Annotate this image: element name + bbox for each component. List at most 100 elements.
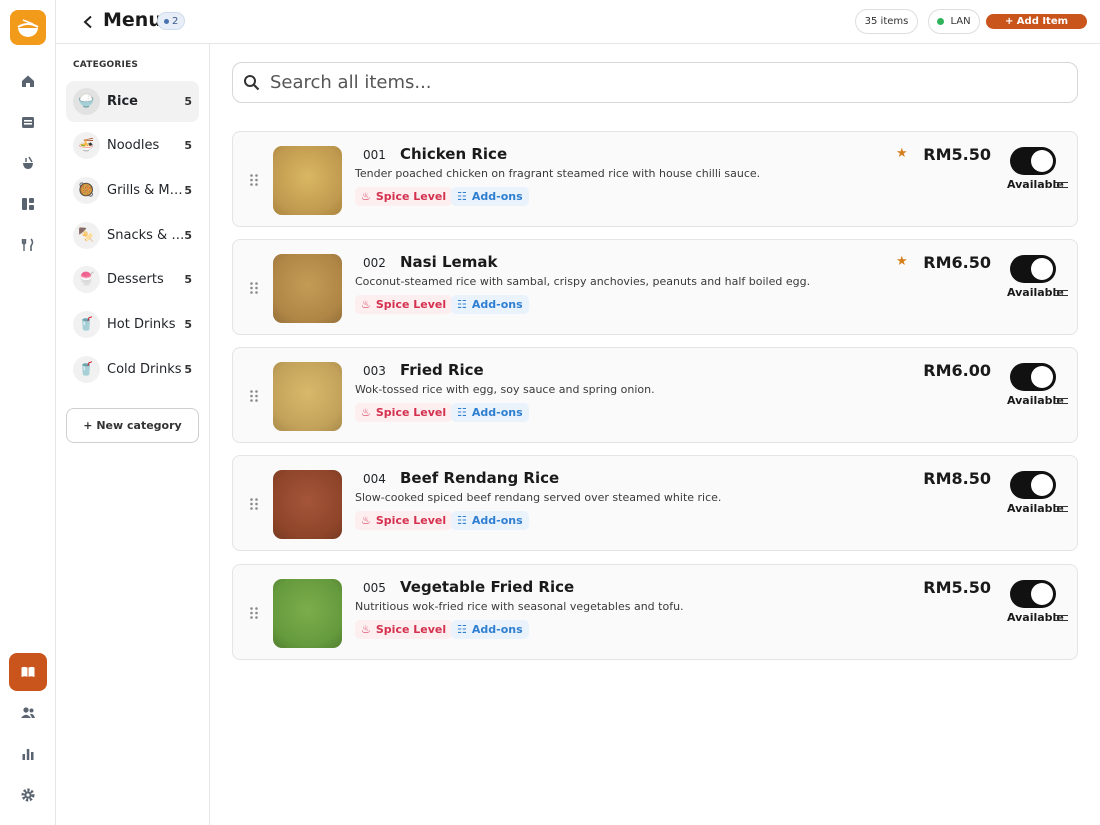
tag-label: Spice Level xyxy=(375,190,447,203)
reorder-icon[interactable] xyxy=(1055,290,1068,296)
spice-level-tag[interactable]: ♨ Spice Level xyxy=(355,295,453,314)
drag-handle-icon[interactable] xyxy=(248,280,260,294)
menu-item-card[interactable]: 002 Nasi Lemak Coconut-steamed rice with… xyxy=(232,239,1078,335)
bar-chart-icon[interactable] xyxy=(14,740,42,768)
store-icon[interactable] xyxy=(14,108,42,136)
add-item-label: + Add Item xyxy=(1004,16,1069,27)
drag-handle-icon[interactable] xyxy=(248,388,260,402)
dessert-icon: 🍧 xyxy=(73,266,100,293)
hot-drink-icon: 🥤 xyxy=(73,311,100,338)
chili-icon: ♨ xyxy=(361,514,371,527)
item-code: 005 xyxy=(363,581,386,595)
menu-item-card[interactable]: 001 Chicken Rice Tender poached chicken … xyxy=(232,131,1078,227)
item-price: RM5.50 xyxy=(923,578,991,597)
menu-item-card[interactable]: 004 Beef Rendang Rice Slow-cooked spiced… xyxy=(232,455,1078,551)
search-bar[interactable] xyxy=(232,62,1078,103)
items-count-pill: 35 items xyxy=(855,9,918,34)
sliders-icon: ☷ xyxy=(457,406,467,419)
item-price: RM5.50 xyxy=(923,145,991,164)
reorder-icon[interactable] xyxy=(1055,398,1068,404)
category-item-desserts[interactable]: 🍧 Desserts 5 xyxy=(66,259,199,300)
item-code: 003 xyxy=(363,364,386,378)
status-dot-icon xyxy=(937,18,945,25)
drag-handle-icon[interactable] xyxy=(248,172,260,186)
drag-handle-icon[interactable] xyxy=(248,496,260,510)
category-item-cold-drinks[interactable]: 🥤 Cold Drinks 5 xyxy=(66,349,199,390)
drag-handle-icon[interactable] xyxy=(248,605,260,619)
tag-label: Spice Level xyxy=(375,514,447,527)
connection-pill[interactable]: LAN xyxy=(928,9,980,34)
addons-tag[interactable]: ☷ Add-ons xyxy=(451,403,529,422)
item-description: Coconut-steamed rice with sambal, crispy… xyxy=(355,275,811,288)
toggle-knob xyxy=(1031,258,1053,280)
category-item-grills-mains[interactable]: 🥘 Grills & Mains 5 xyxy=(66,170,199,211)
top-header: Menu 2 35 items LAN + Add Item xyxy=(56,0,1100,44)
category-item-rice[interactable]: 🍚 Rice 5 xyxy=(66,81,199,122)
page-title: Menu xyxy=(103,9,162,31)
back-arrow-icon[interactable] xyxy=(78,11,98,33)
chili-icon: ♨ xyxy=(361,190,371,203)
category-count: 5 xyxy=(184,273,192,286)
new-category-button[interactable]: + New category xyxy=(66,408,199,443)
count-badge: 2 xyxy=(157,12,186,30)
reorder-icon[interactable] xyxy=(1055,182,1068,188)
kitchen-icon[interactable] xyxy=(14,149,42,177)
item-description: Slow-cooked spiced beef rendang served o… xyxy=(355,491,722,504)
item-thumbnail xyxy=(273,254,342,323)
home-icon[interactable] xyxy=(14,67,42,95)
reorder-icon[interactable] xyxy=(1055,615,1068,621)
utensils-icon[interactable] xyxy=(14,231,42,259)
menu-item-card[interactable]: 005 Vegetable Fried Rice Nutritious wok-… xyxy=(232,564,1078,660)
users-icon[interactable] xyxy=(14,699,42,727)
cold-drink-icon: 🥤 xyxy=(73,356,100,383)
add-item-button[interactable]: + Add Item xyxy=(986,14,1087,29)
noodles-icon: 🍜 xyxy=(73,132,100,159)
addons-tag[interactable]: ☷ Add-ons xyxy=(451,187,529,206)
star-icon[interactable]: ★ xyxy=(896,146,908,161)
category-count: 5 xyxy=(184,95,192,108)
badge-value: 2 xyxy=(172,15,179,27)
addons-tag[interactable]: ☷ Add-ons xyxy=(451,511,529,530)
item-code: 002 xyxy=(363,256,386,270)
search-input[interactable] xyxy=(270,72,1030,93)
availability-toggle[interactable] xyxy=(1010,255,1056,283)
dashboard-icon[interactable] xyxy=(14,190,42,218)
availability-toggle[interactable] xyxy=(1010,580,1056,608)
rice-bowl-icon: 🍚 xyxy=(73,88,100,115)
tag-label: Add-ons xyxy=(471,406,523,419)
category-item-noodles[interactable]: 🍜 Noodles 5 xyxy=(66,125,199,166)
category-label: Snacks & Sides xyxy=(107,228,185,243)
tag-label: Spice Level xyxy=(375,623,447,636)
menu-item-card[interactable]: 003 Fried Rice Wok-tossed rice with egg,… xyxy=(232,347,1078,443)
category-label: Noodles xyxy=(107,138,160,153)
spice-level-tag[interactable]: ♨ Spice Level xyxy=(355,620,453,639)
tag-label: Add-ons xyxy=(471,190,523,203)
item-thumbnail xyxy=(273,470,342,539)
addons-tag[interactable]: ☷ Add-ons xyxy=(451,620,529,639)
bowl-logo-icon[interactable] xyxy=(10,10,46,45)
star-icon[interactable]: ★ xyxy=(896,254,908,269)
gear-icon[interactable] xyxy=(14,781,42,809)
search-icon xyxy=(242,74,260,92)
menu-book-icon[interactable] xyxy=(9,653,47,691)
spice-level-tag[interactable]: ♨ Spice Level xyxy=(355,403,453,422)
tag-label: Add-ons xyxy=(471,623,523,636)
item-name: Vegetable Fried Rice xyxy=(400,578,575,596)
badge-dot-icon xyxy=(164,18,169,24)
category-count: 5 xyxy=(184,363,192,376)
reorder-icon[interactable] xyxy=(1055,506,1068,512)
availability-toggle[interactable] xyxy=(1010,363,1056,391)
addons-tag[interactable]: ☷ Add-ons xyxy=(451,295,529,314)
grill-icon: 🥘 xyxy=(73,177,100,204)
category-item-hot-drinks[interactable]: 🥤 Hot Drinks 5 xyxy=(66,304,199,345)
spice-level-tag[interactable]: ♨ Spice Level xyxy=(355,187,453,206)
category-label: Grills & Mains xyxy=(107,183,185,198)
spice-level-tag[interactable]: ♨ Spice Level xyxy=(355,511,453,530)
category-item-snacks-sides[interactable]: 🍢 Snacks & Sides 5 xyxy=(66,215,199,256)
item-price: RM6.50 xyxy=(923,253,991,272)
item-price: RM6.00 xyxy=(923,361,991,380)
chili-icon: ♨ xyxy=(361,623,371,636)
category-count: 5 xyxy=(184,139,192,152)
availability-toggle[interactable] xyxy=(1010,471,1056,499)
availability-toggle[interactable] xyxy=(1010,147,1056,175)
